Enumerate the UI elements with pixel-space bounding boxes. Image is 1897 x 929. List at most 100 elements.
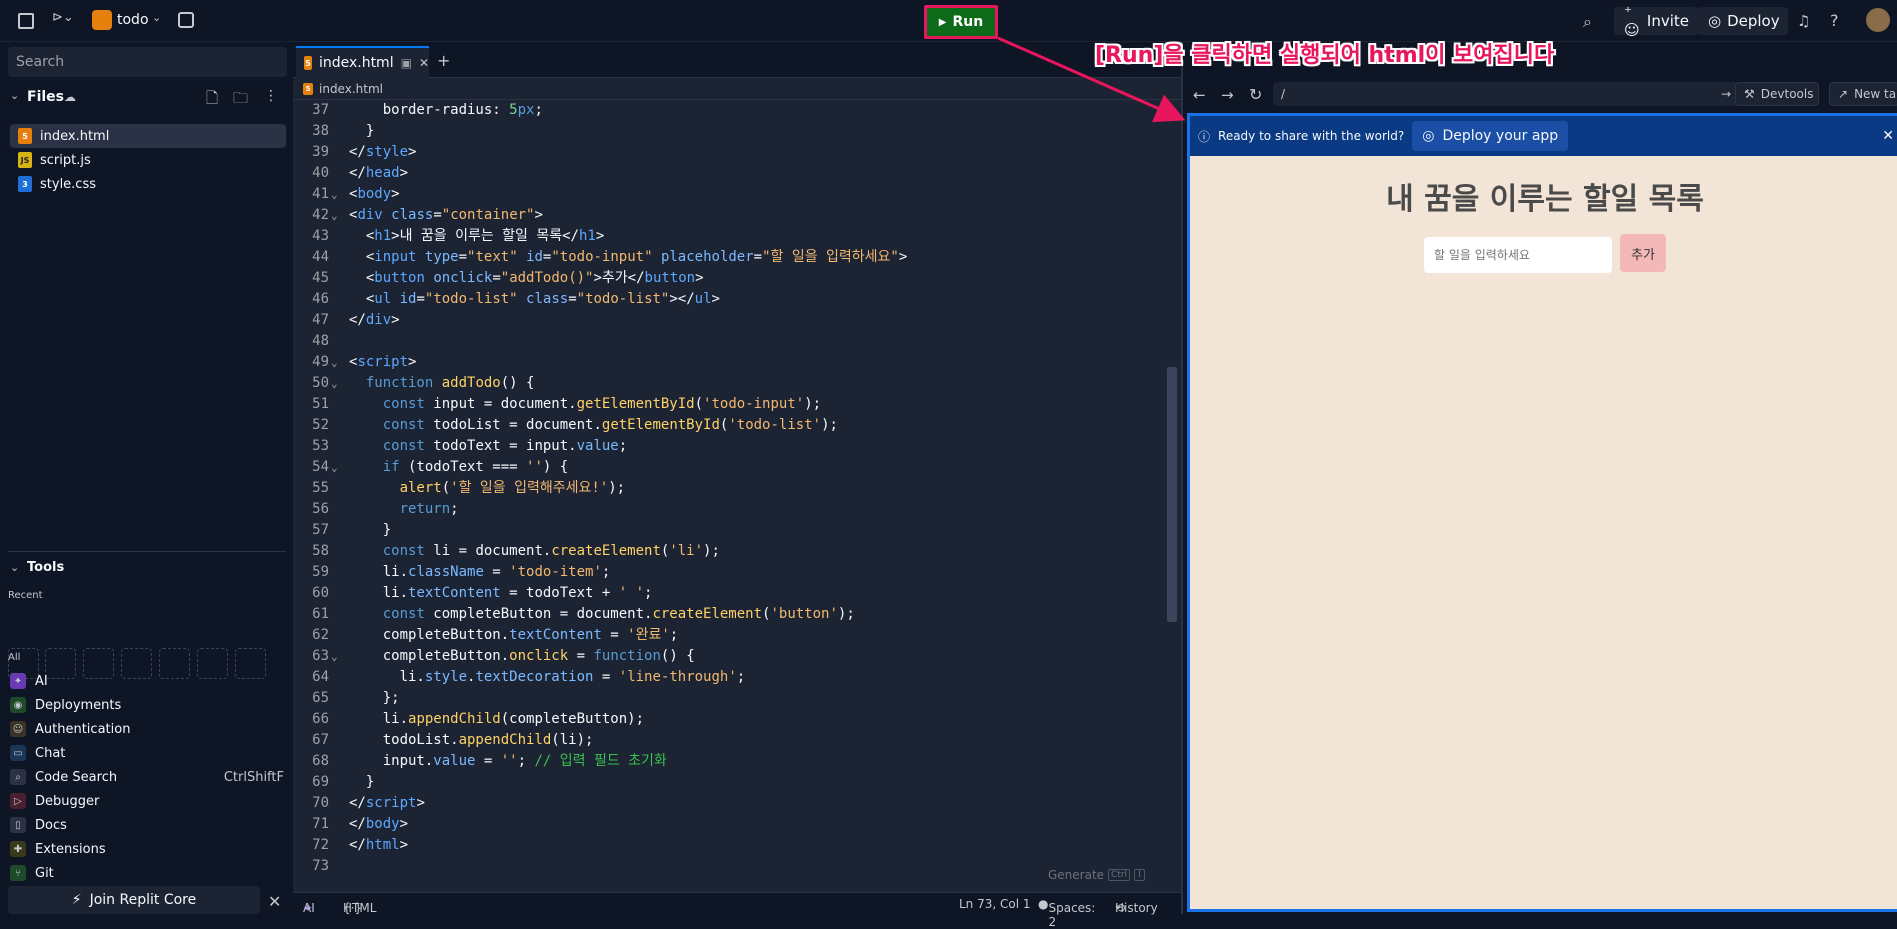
code-line[interactable]: 73 (293, 856, 1163, 877)
code-line[interactable]: 65 }; (293, 688, 1163, 709)
new-tab-button[interactable]: ↗ New tab (1829, 82, 1897, 106)
tool-debugger[interactable]: ▷ Debugger (10, 790, 286, 812)
code-line[interactable]: 52 const todoList = document.getElementB… (293, 415, 1163, 436)
tool-authentication[interactable]: ☺ Authentication (10, 718, 286, 740)
code-line[interactable]: 41 ⌄ <body> (293, 184, 1163, 205)
devtools-button[interactable]: ⚒ Devtools (1735, 82, 1819, 106)
code-line[interactable]: 45 <button onclick="addTodo()">추가</butto… (293, 268, 1163, 289)
tool-ai[interactable]: ✦ AI (10, 670, 286, 692)
code-line[interactable]: 68 input.value = ''; // 입력 필드 초기화 (293, 751, 1163, 772)
search-input[interactable]: Search (8, 47, 287, 77)
bell-icon[interactable]: ♫ (1797, 12, 1810, 30)
code-line[interactable]: 55 alert('할 일을 입력해주세요!'); (293, 478, 1163, 499)
project-name[interactable]: todo (117, 12, 149, 28)
tab-index-html[interactable]: 5 index.html ▣ ✕ (296, 46, 429, 78)
fold-chevron-icon[interactable]: ⌄ (331, 457, 343, 478)
fold-chevron-icon[interactable]: ⌄ (331, 205, 343, 226)
code-line[interactable]: 50 ⌄ function addTodo() { (293, 373, 1163, 394)
code-line[interactable]: 58 const li = document.createElement('li… (293, 541, 1163, 562)
add-button[interactable]: 추가 (1620, 234, 1666, 272)
code-line[interactable]: 62 completeButton.textContent = '완료'; (293, 625, 1163, 646)
code-line[interactable]: 64 li.style.textDecoration = 'line-throu… (293, 667, 1163, 688)
forward-icon[interactable]: → (1221, 86, 1234, 104)
tool-docs[interactable]: ▯ Docs (10, 814, 286, 836)
code-text: } (349, 522, 392, 538)
split-icon[interactable]: ▣ (401, 56, 412, 70)
code-text: const input = document.getElementById('t… (382, 396, 822, 412)
code-line[interactable]: 39 </style> (293, 142, 1163, 163)
add-tab-icon[interactable]: + (437, 51, 450, 70)
tool-code-search[interactable]: ⌕ Code Search CtrlShiftF (10, 766, 286, 788)
code-area[interactable]: 37 border-radius: 5px; 38 } 39 </style> 40 </… (293, 100, 1163, 924)
new-folder-icon[interactable]: 🗀 (233, 88, 248, 113)
join-core-button[interactable]: ⚡ Join Replit Core (8, 886, 260, 914)
go-icon[interactable]: → (1721, 87, 1731, 101)
run-button[interactable]: ▶ Run (924, 5, 998, 39)
fold-chevron-icon[interactable]: ⌄ (331, 646, 343, 667)
cloud-icon: ☁ (64, 90, 76, 104)
tool-extensions[interactable]: ✚ Extensions (10, 838, 286, 860)
code-line[interactable]: 42 ⌄ <div class="container"> (293, 205, 1163, 226)
code-line[interactable]: 53 const todoText = input.value; (293, 436, 1163, 457)
code-line[interactable]: 59 li.className = 'todo-item'; (293, 562, 1163, 583)
code-line[interactable]: 49 ⌄ <script> (293, 352, 1163, 373)
code-line[interactable]: 51 const input = document.getElementById… (293, 394, 1163, 415)
status-spaces[interactable]: ● Spaces: 2 (1038, 897, 1095, 929)
code-line[interactable]: 60 li.textContent = todoText + ' '; (293, 583, 1163, 604)
code-line[interactable]: 66 li.appendChild(completeButton); (293, 709, 1163, 730)
todo-input[interactable] (1424, 237, 1612, 273)
new-file-icon[interactable]: 🗋 (206, 88, 218, 113)
code-line[interactable]: 47 </div> (293, 310, 1163, 331)
file-index-html[interactable]: 5 index.html (10, 124, 286, 148)
code-line[interactable]: 44 <input type="text" id="todo-input" pl… (293, 247, 1163, 268)
deploy-button[interactable]: ◎ Deploy (1698, 7, 1788, 35)
scrollbar[interactable] (1167, 367, 1177, 622)
code-line[interactable]: 37 border-radius: 5px; (293, 100, 1163, 121)
workspace-menu-icon[interactable]: ⊳⌄ (52, 10, 74, 25)
code-line[interactable]: 71 </body> (293, 814, 1163, 835)
code-line[interactable]: 61 const completeButton = document.creat… (293, 604, 1163, 625)
code-line[interactable]: 57 } (293, 520, 1163, 541)
database-icon[interactable] (178, 12, 194, 28)
back-icon[interactable]: ← (1193, 86, 1206, 104)
code-line[interactable]: 69 } (293, 772, 1163, 793)
refresh-icon[interactable]: ↻ (1249, 85, 1262, 104)
file-script-js[interactable]: JS script.js (10, 148, 286, 172)
deploy-app-button[interactable]: ◎ Deploy your app (1412, 121, 1569, 151)
code-text: </script> (349, 795, 425, 811)
fold-chevron-icon[interactable]: ⌄ (331, 184, 343, 205)
tool-git[interactable]: ⑂ Git (10, 862, 286, 884)
tool-deployments[interactable]: ◉ Deployments (10, 694, 286, 716)
search-icon[interactable]: ⌕ (1583, 12, 1592, 32)
code-text: li.appendChild(completeButton); (349, 711, 645, 727)
more-icon[interactable]: ⋮ (264, 88, 278, 104)
chevron-down-icon[interactable]: ⌄ (10, 89, 19, 102)
code-line[interactable]: 67 todoList.appendChild(li); (293, 730, 1163, 751)
help-icon[interactable]: ? (1830, 11, 1839, 30)
close-icon[interactable]: ✕ (419, 56, 429, 70)
tool-chat[interactable]: ▭ Chat (10, 742, 286, 764)
preview-frame[interactable]: ⓘ Ready to share with the world? ◎ Deplo… (1187, 113, 1897, 912)
chevron-down-icon[interactable]: ⌄ (10, 561, 19, 574)
code-line[interactable]: 46 <ul id="todo-list" class="todo-list">… (293, 289, 1163, 310)
invite-button[interactable]: ⁺☺ Invite (1614, 3, 1699, 39)
code-line[interactable]: 43 <h1>내 꿈을 이루는 할일 목록</h1> (293, 226, 1163, 247)
close-icon[interactable]: ✕ (268, 892, 281, 911)
code-line[interactable]: 72 </html> (293, 835, 1163, 856)
cursor-position[interactable]: Ln 73, Col 1 (959, 897, 1031, 911)
chevron-down-icon[interactable]: ⌄ (152, 11, 161, 24)
sidebar-toggle-icon[interactable] (18, 13, 34, 29)
fold-chevron-icon[interactable]: ⌄ (331, 373, 343, 394)
file-style-css[interactable]: 3 style.css (10, 172, 286, 196)
url-bar[interactable]: / → (1273, 82, 1737, 106)
code-line[interactable]: 70 </script> (293, 793, 1163, 814)
fold-chevron-icon[interactable]: ⌄ (331, 352, 343, 373)
code-line[interactable]: 63 ⌄ completeButton.onclick = function() … (293, 646, 1163, 667)
code-line[interactable]: 54 ⌄ if (todoText === '') { (293, 457, 1163, 478)
avatar[interactable] (1866, 8, 1890, 32)
code-line[interactable]: 38 } (293, 121, 1163, 142)
code-line[interactable]: 56 return; (293, 499, 1163, 520)
code-line[interactable]: 40 </head> (293, 163, 1163, 184)
close-icon[interactable]: ✕ (1882, 128, 1894, 144)
code-line[interactable]: 48 (293, 331, 1163, 352)
